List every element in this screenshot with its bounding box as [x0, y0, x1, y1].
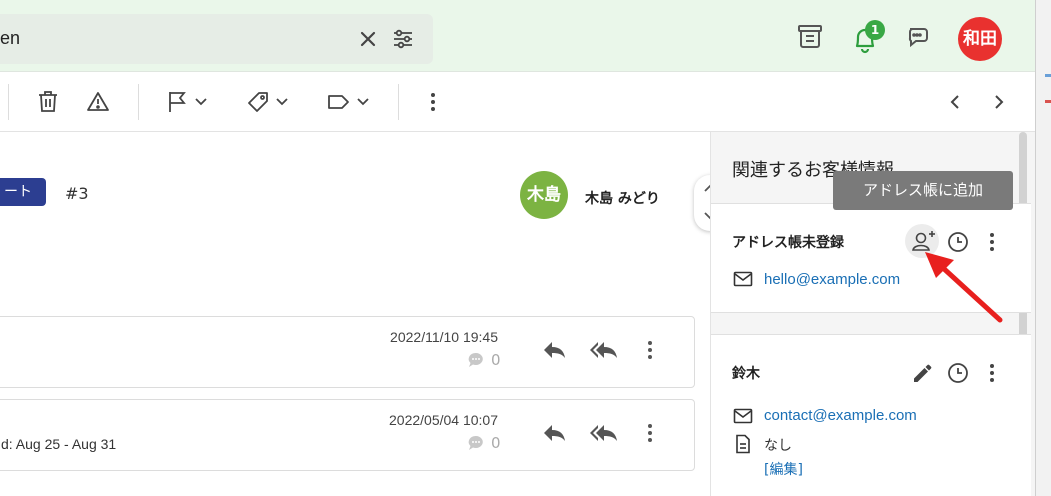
reply-icon[interactable]	[542, 339, 568, 361]
previous-icon[interactable]	[946, 90, 964, 114]
assignee-avatar[interactable]: 木島	[520, 171, 568, 219]
chevron-down-icon	[276, 98, 288, 106]
chevron-down-icon	[357, 98, 369, 106]
toolbar-divider	[138, 84, 139, 120]
comment-icon	[468, 352, 483, 367]
warning-icon[interactable]	[86, 90, 110, 114]
message-row[interactable]: 2022/11/10 19:45 0	[0, 316, 695, 388]
contact-note: なし	[764, 438, 792, 454]
message-more-icon[interactable]	[643, 339, 657, 361]
chevron-down-icon	[195, 98, 207, 106]
comment-count-value: 0	[491, 351, 501, 369]
history-icon[interactable]	[946, 361, 970, 385]
toolbar-divider	[398, 84, 399, 120]
current-user-avatar[interactable]: 和田	[958, 17, 1002, 61]
delete-icon[interactable]	[37, 90, 59, 114]
email-icon	[733, 408, 753, 424]
reply-all-icon[interactable]	[589, 339, 619, 361]
panel-divider	[711, 334, 1031, 335]
contact-email[interactable]: hello@example.com	[764, 271, 900, 288]
search-input[interactable]: en	[0, 28, 20, 49]
notification-badge: 1	[865, 20, 885, 40]
edge-marker	[1045, 74, 1051, 77]
message-date: 2022/05/04 10:07	[389, 412, 498, 428]
comment-count-value: 0	[491, 434, 501, 452]
label-icon	[328, 95, 349, 109]
contact-name: 鈴木	[732, 366, 760, 382]
message-more-icon[interactable]	[643, 422, 657, 444]
edge-marker	[1045, 100, 1051, 103]
add-to-address-book-tooltip: アドレス帳に追加	[833, 171, 1013, 210]
inbox-tray-icon[interactable]	[797, 23, 823, 51]
toolbar-divider	[8, 84, 9, 120]
comment-count: 0	[467, 351, 501, 369]
reply-icon[interactable]	[542, 422, 568, 444]
contact-name: アドレス帳未登録	[732, 235, 844, 251]
clear-search-icon[interactable]	[357, 28, 379, 50]
flag-icon	[169, 92, 186, 112]
tag-icon	[248, 92, 268, 112]
search-box[interactable]: en	[0, 14, 433, 64]
ticket-tag[interactable]: ート	[0, 178, 46, 206]
more-options-icon[interactable]	[424, 90, 442, 114]
message-date: 2022/11/10 19:45	[390, 329, 498, 345]
ticket-toolbar	[0, 72, 1035, 132]
annotation-arrow-icon	[925, 252, 1003, 323]
comment-icon	[468, 435, 483, 450]
edit-pencil-icon[interactable]	[911, 361, 935, 385]
comment-count: 0	[467, 434, 501, 452]
next-icon[interactable]	[990, 90, 1008, 114]
flag-menu-button[interactable]	[167, 90, 207, 114]
contact-more-icon[interactable]	[985, 361, 999, 385]
message-row[interactable]: d: Aug 25 - Aug 31 2022/05/04 10:07 0	[0, 399, 695, 471]
note-icon	[735, 434, 751, 454]
filter-settings-icon[interactable]	[391, 27, 415, 51]
ticket-number: #3	[65, 184, 89, 203]
contact-email[interactable]: contact@example.com	[764, 407, 917, 424]
message-subject: d: Aug 25 - Aug 31	[1, 436, 117, 452]
assignee-name[interactable]: 木島 みどり	[585, 188, 660, 208]
top-bar: en 1 和田	[0, 0, 1035, 72]
email-icon	[733, 271, 753, 287]
tag-menu-button[interactable]	[246, 90, 288, 114]
edit-note-link[interactable]: [編集]	[764, 459, 803, 479]
label-menu-button[interactable]	[327, 90, 369, 114]
reply-all-icon[interactable]	[589, 422, 619, 444]
chat-bubbles-icon[interactable]	[906, 25, 934, 51]
